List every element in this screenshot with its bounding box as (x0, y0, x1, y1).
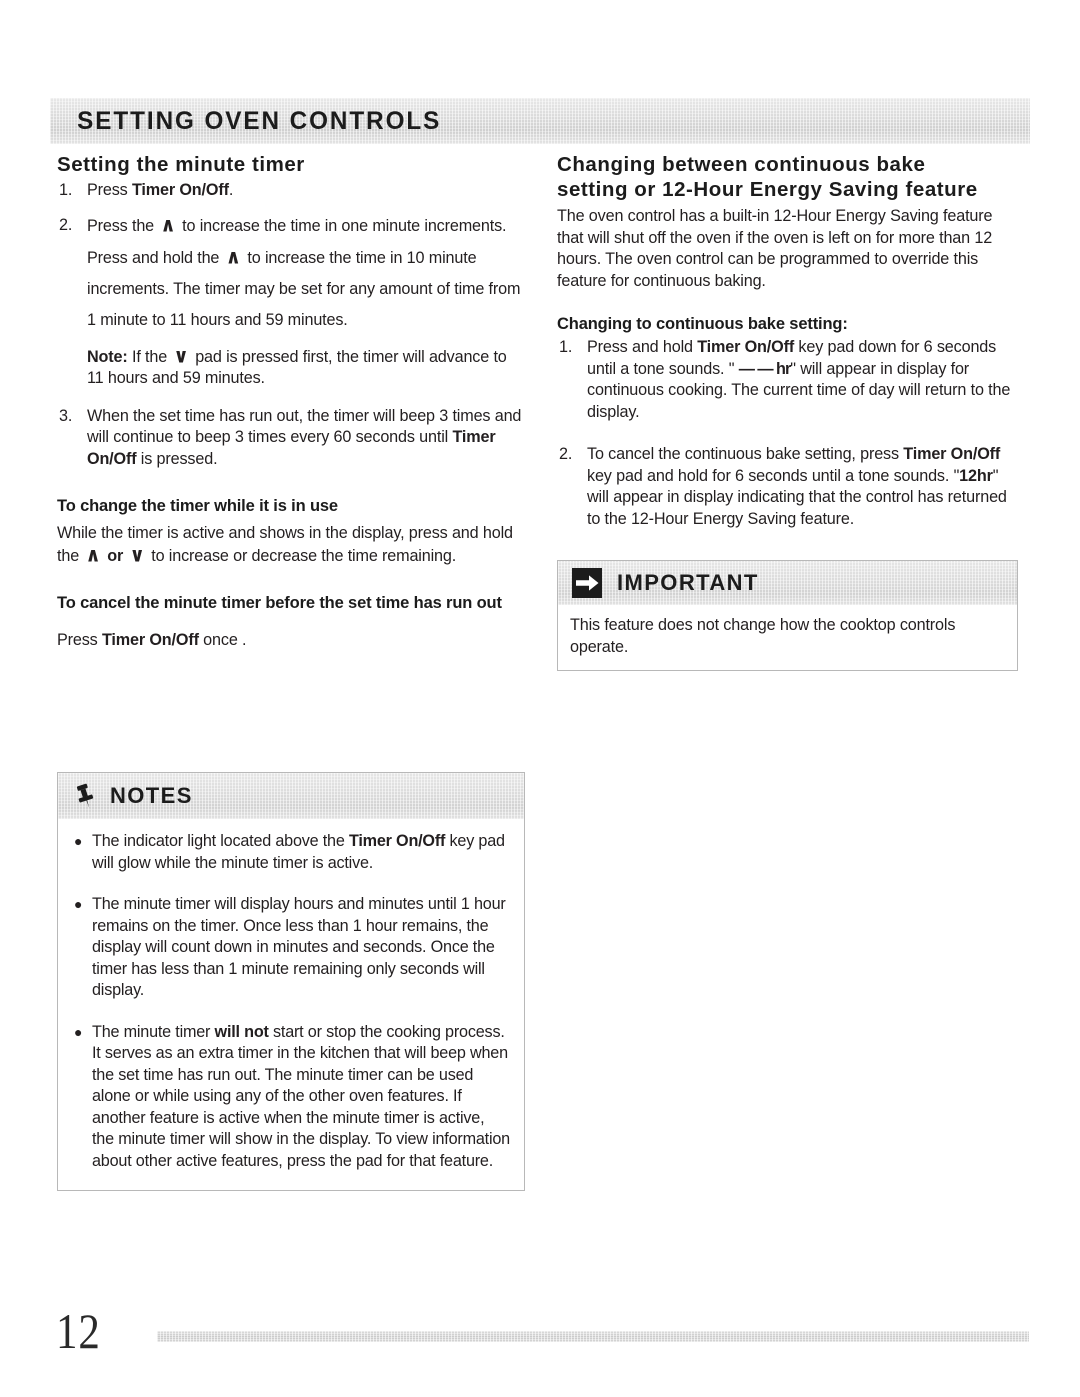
cancel-timer-text: Press Timer On/Off once . (57, 630, 527, 652)
arrow-right-icon (572, 568, 602, 598)
bullet-icon: ● (74, 833, 83, 849)
text-run: The indicator light located above the (92, 832, 349, 850)
emphasis-text: Timer On/Off (131, 181, 229, 199)
list-item: ● The indicator light located above the … (68, 831, 510, 874)
text-run: Press and hold (587, 338, 698, 356)
bullet-icon: ● (74, 1023, 83, 1040)
continuous-bake-steps: 1. Press and hold Timer On/Off key pad d… (557, 337, 1022, 530)
step-number: 1. (559, 338, 573, 356)
important-callout-box: IMPORTANT This feature does not change h… (557, 560, 1018, 671)
continuous-bake-subheading: Changing to continuous bake setting: (557, 315, 848, 333)
list-item: 1. Press and hold Timer On/Off key pad d… (557, 337, 1022, 423)
list-item: 2. To cancel the continuous bake setting… (557, 444, 1022, 530)
emphasis-text: 12hr (959, 466, 993, 485)
step-number: 2. (559, 445, 573, 463)
emphasis-text: Timer On/Off (903, 445, 1001, 463)
text-run: to increase or decrease the time remaini… (146, 546, 457, 565)
chevron-down-icon: ∨ (129, 542, 145, 567)
note-text: Note: If the ∨ pad is pressed first, the… (87, 343, 527, 390)
list-item: 1. Press Timer On/Off. (57, 180, 527, 202)
notes-box-body: ● The indicator light located above the … (58, 819, 524, 1190)
note-body: If the ∨ pad is pressed first, the timer… (87, 343, 507, 387)
cancel-timer-subheading: To cancel the minute timer before the se… (57, 594, 502, 612)
step-text: When the set time has run out, the timer… (87, 406, 527, 471)
right-column-heading-line2: setting or 12-Hour Energy Saving feature (557, 178, 978, 201)
emphasis-text: will not (214, 1022, 269, 1041)
step-text: To cancel the continuous bake setting, p… (587, 444, 1022, 530)
text-run: If the (127, 347, 172, 366)
important-box-body: This feature does not change how the coo… (570, 616, 956, 656)
step-number: 2. (59, 215, 73, 234)
text-run: To cancel the continuous bake setting, p… (587, 445, 904, 463)
chevron-down-icon: ∨ (173, 343, 189, 368)
step-number: 3. (59, 406, 73, 425)
minute-timer-step3: 3. When the set time has run out, the ti… (57, 406, 527, 471)
emphasis-text: Timer On/Off (697, 338, 795, 356)
step-number: 1. (59, 181, 73, 199)
notes-box-header: NOTES (58, 773, 524, 819)
right-column-heading-line1: Changing between continuous bake (557, 153, 926, 176)
section-header-bar: SETTING OVEN CONTROLS (50, 98, 1030, 144)
emphasis-text: Timer On/Off (348, 832, 446, 850)
chevron-up-icon: ∧ (85, 542, 101, 567)
list-item: 2. Press the ∧ to increase the time in o… (57, 210, 527, 336)
notes-box-title: NOTES (110, 783, 193, 808)
bullet-icon: ● (74, 896, 83, 912)
text-run: Press (87, 181, 132, 199)
text-run: The minute timer will display hours and … (92, 895, 506, 999)
important-box-title: IMPORTANT (617, 570, 759, 595)
note-bullet-text: The minute timer will display hours and … (92, 894, 510, 1002)
emphasis-text: Timer On/Off (101, 631, 199, 649)
chevron-up-icon: ∧ (160, 212, 176, 237)
text-run: Press the (87, 216, 159, 235)
list-item: ● The minute timer will display hours an… (68, 894, 510, 1002)
chevron-up-icon: ∧ (225, 244, 242, 269)
list-item: 3. When the set time has run out, the ti… (57, 406, 527, 471)
text-run: The minute timer (92, 1022, 215, 1041)
right-column: Changing between continuous bake setting… (557, 152, 1022, 530)
right-column-intro: The oven control has a built-in 12-Hour … (557, 207, 993, 290)
important-box-header: IMPORTANT (558, 561, 1017, 605)
step-text: Press the ∧ to increase the time in one … (87, 210, 527, 336)
text-run: is pressed. (136, 449, 218, 468)
left-column-heading: Setting the minute timer (57, 153, 305, 176)
page-number: 12 (56, 1303, 101, 1359)
note-bullet-text: The minute timer will not start or stop … (92, 1022, 510, 1173)
text-run: . (228, 181, 234, 199)
step-text: Press Timer On/Off. (87, 180, 527, 202)
section-header-title: SETTING OVEN CONTROLS (77, 106, 442, 135)
text-run: once . (198, 631, 247, 649)
note-label: Note: (87, 347, 128, 366)
text-run: Press (57, 631, 102, 649)
left-column: Setting the minute timer 1. Press Timer … (57, 152, 527, 652)
display-indicator-text: — — hr (738, 359, 792, 378)
minute-timer-steps: 1. Press Timer On/Off. 2. Press the ∧ to… (57, 180, 527, 336)
note-bullet-text: The indicator light located above the Ti… (92, 831, 510, 874)
pushpin-icon (74, 783, 96, 809)
footer-rule (157, 1331, 1029, 1342)
change-timer-subheading: To change the timer while it is in use (57, 497, 338, 515)
text-run: key pad and hold for 6 seconds until a t… (587, 466, 960, 485)
emphasis-text: or (107, 546, 124, 565)
minute-timer-note: Note: If the ∨ pad is pressed first, the… (87, 343, 527, 390)
notes-callout-box: NOTES ● The indicator light located abov… (57, 772, 525, 1191)
list-item: ● The minute timer will not start or sto… (68, 1022, 510, 1173)
step-text: Press and hold Timer On/Off key pad down… (587, 337, 1022, 423)
change-timer-text: While the timer is active and shows in t… (57, 523, 527, 567)
text-run: start or stop the cooking process. It se… (92, 1022, 510, 1170)
manual-page: SETTING OVEN CONTROLS Setting the minute… (0, 0, 1080, 1397)
